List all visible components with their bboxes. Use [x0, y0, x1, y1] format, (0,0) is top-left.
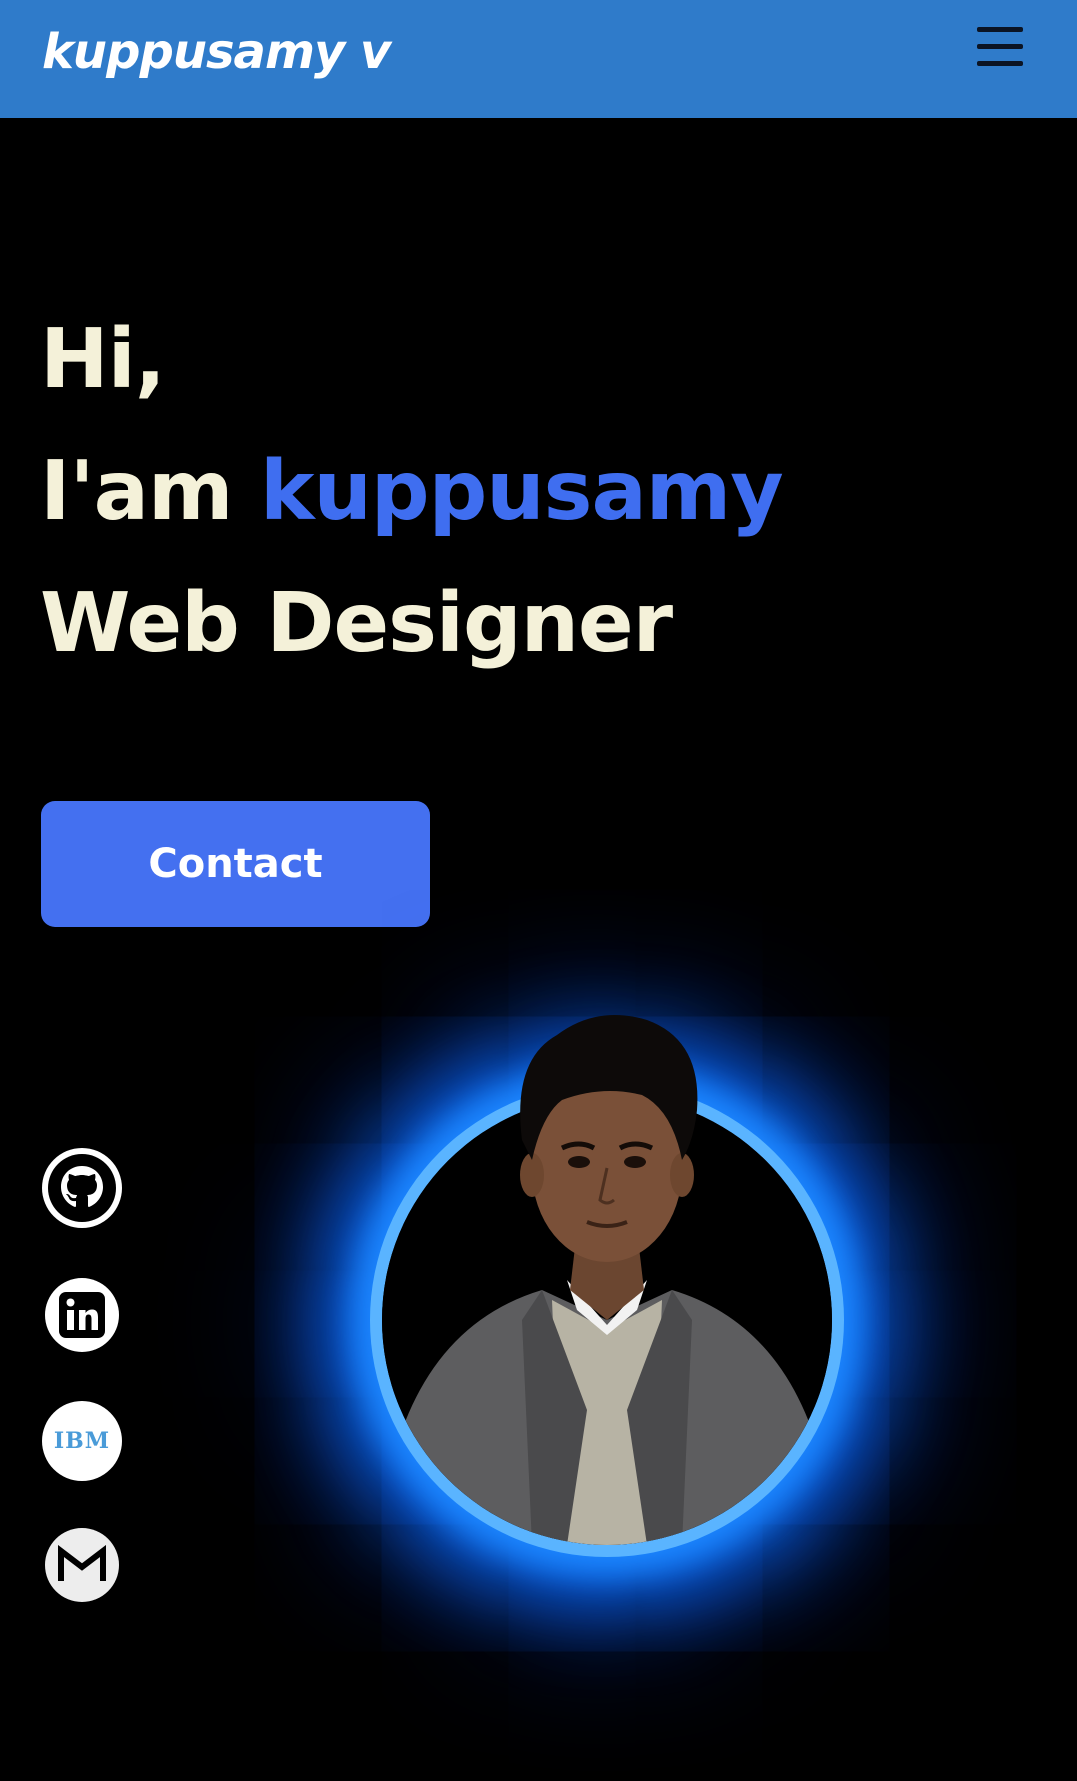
linkedin-icon	[59, 1292, 105, 1338]
ibm-link[interactable]: IBM	[42, 1401, 122, 1481]
linkedin-link[interactable]	[45, 1278, 119, 1352]
brand-logo[interactable]: kuppusamy v	[42, 20, 391, 84]
portfolio-page: kuppusamy v Hi, I'am kuppusamy Web Desig…	[0, 0, 1077, 1781]
navbar: kuppusamy v	[0, 0, 1077, 118]
github-link[interactable]	[42, 1148, 122, 1228]
profile-photo	[382, 1015, 832, 1545]
hero-name: kuppusamy	[259, 444, 784, 539]
hero-intro-prefix: I'am	[40, 444, 233, 539]
hero-intro: I'am kuppusamy	[40, 442, 784, 542]
hero-role: Web Designer	[40, 576, 673, 671]
gmail-icon	[58, 1545, 106, 1581]
hamburger-menu-icon[interactable]	[977, 27, 1023, 67]
gmail-link[interactable]	[45, 1528, 119, 1602]
ibm-icon: IBM	[53, 1428, 111, 1454]
github-icon	[48, 1154, 116, 1222]
contact-button[interactable]: Contact	[41, 801, 430, 927]
hero-greeting: Hi,	[40, 312, 166, 407]
